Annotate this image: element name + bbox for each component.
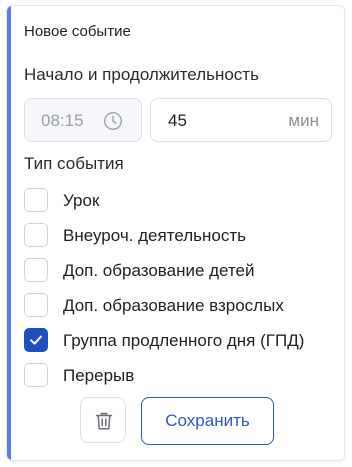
option-label: Доп. образование детей <box>63 261 255 280</box>
event-type-option-extracurricular[interactable]: Внеуроч. деятельность <box>24 221 344 256</box>
trash-icon <box>95 412 113 430</box>
checkbox[interactable] <box>24 188 48 212</box>
duration-unit: мин <box>288 111 319 130</box>
checkbox[interactable] <box>24 363 48 387</box>
option-label: Перерыв <box>63 366 135 385</box>
event-type-option-children-education[interactable]: Доп. образование детей <box>24 256 344 291</box>
option-label: Урок <box>63 191 100 210</box>
save-button[interactable]: Сохранить <box>141 397 274 445</box>
event-type-label: Тип события <box>24 154 124 173</box>
duration-value: 45 <box>168 111 187 130</box>
checkmark-icon <box>30 335 42 345</box>
accent-bar <box>7 6 11 460</box>
checkbox[interactable] <box>24 293 48 317</box>
duration-input[interactable]: 45 мин <box>150 98 332 142</box>
option-label: Внеуроч. деятельность <box>63 226 246 245</box>
checkbox[interactable] <box>24 258 48 282</box>
event-type-option-lesson[interactable]: Урок <box>24 186 344 221</box>
start-duration-label: Начало и продолжительность <box>24 65 259 84</box>
event-type-option-break[interactable]: Перерыв <box>24 361 344 396</box>
delete-button[interactable] <box>80 397 126 443</box>
checkbox[interactable] <box>24 223 48 247</box>
event-type-option-extended-day-group[interactable]: Группа продленного дня (ГПД) <box>24 326 344 361</box>
event-type-option-adult-education[interactable]: Доп. образование взрослых <box>24 291 344 326</box>
clock-icon[interactable] <box>103 111 123 131</box>
option-label: Группа продленного дня (ГПД) <box>63 331 305 350</box>
start-time-value: 08:15 <box>41 111 84 130</box>
new-event-card: Новое событие Начало и продолжительность… <box>6 5 345 461</box>
start-time-input[interactable]: 08:15 <box>24 98 142 142</box>
option-label: Доп. образование взрослых <box>63 296 284 315</box>
checkbox-checked[interactable] <box>24 328 48 352</box>
card-title: Новое событие <box>24 23 131 40</box>
event-type-options: Урок Внеуроч. деятельность Доп. образова… <box>24 186 344 396</box>
